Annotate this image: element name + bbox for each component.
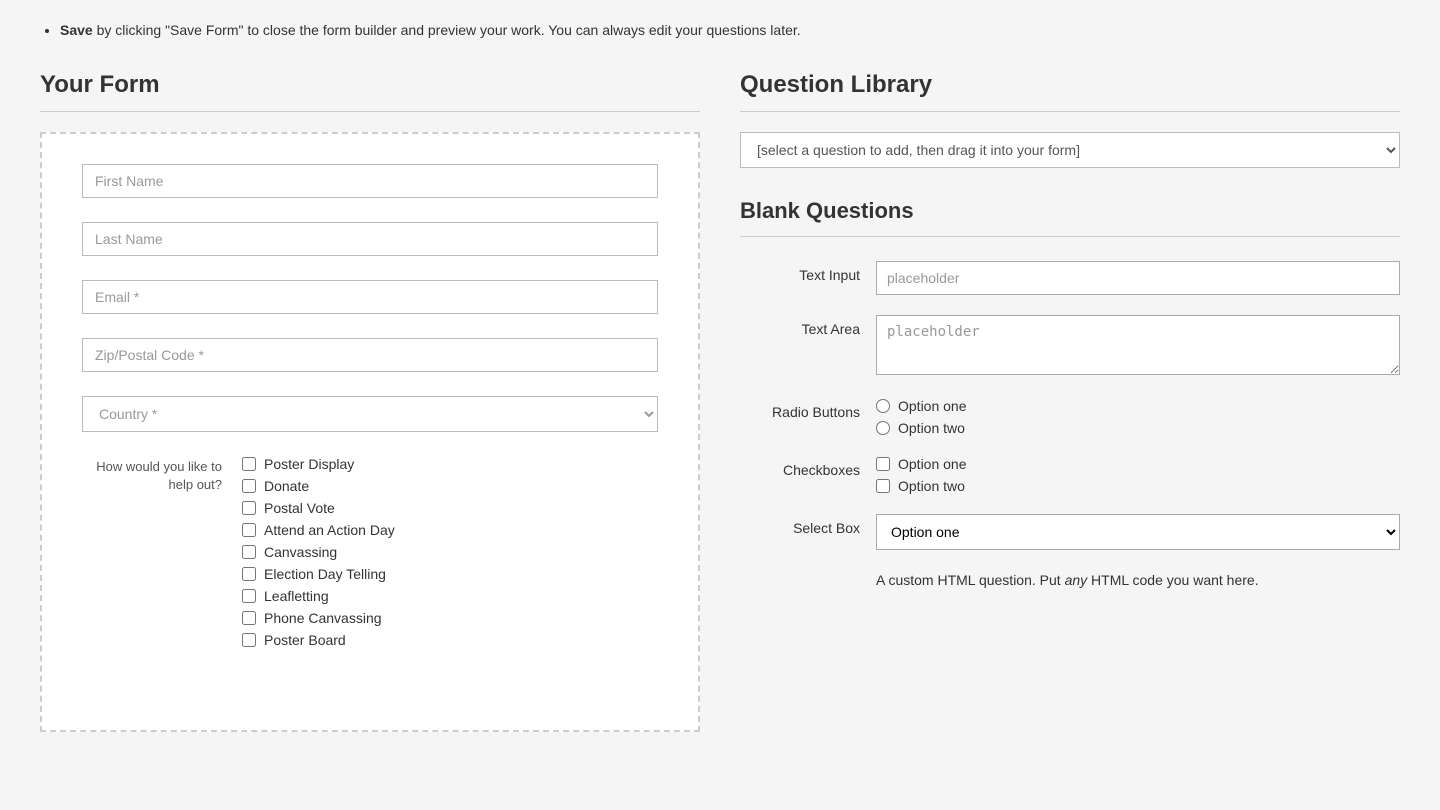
help-checkboxes-label: How would you like to help out? (82, 456, 222, 648)
question-library-divider (740, 111, 1400, 112)
checkbox-label-postal-vote: Postal Vote (264, 500, 335, 516)
checkbox-poster-display[interactable] (242, 457, 256, 471)
checkbox-leafletting[interactable] (242, 589, 256, 603)
your-form-title: Your Form (40, 71, 700, 99)
country-field: Country * (82, 396, 658, 432)
text-area-label: Text Area (740, 315, 860, 337)
radio-two-label: Option two (898, 420, 965, 436)
zip-input[interactable] (82, 338, 658, 372)
radio-option-two: Option two (876, 420, 1400, 436)
custom-html-italic: any (1065, 572, 1088, 588)
checkbox-label-poster-board: Poster Board (264, 632, 346, 648)
library-dropdown[interactable]: [select a question to add, then drag it … (740, 132, 1400, 168)
radio-buttons-label: Radio Buttons (740, 398, 860, 420)
save-rest: by clicking "Save Form" to close the for… (97, 22, 801, 38)
email-field (82, 280, 658, 314)
text-area-row: Text Area (740, 315, 1400, 378)
checkbox-item-donate: Donate (242, 478, 395, 494)
checkbox-lib-two-input[interactable] (876, 479, 890, 493)
radio-buttons-control: Option one Option two (876, 398, 1400, 436)
checkbox-label-election-day: Election Day Telling (264, 566, 386, 582)
help-checkboxes-options: Poster Display Donate Postal Vote (242, 456, 395, 648)
checkbox-item-poster-board: Poster Board (242, 632, 395, 648)
checkboxes-lib-control: Option one Option two (876, 456, 1400, 494)
checkbox-item-postal-vote: Postal Vote (242, 500, 395, 516)
checkbox-lib-option-one: Option one (876, 456, 1400, 472)
custom-html-label (740, 570, 860, 576)
text-input-row: Text Input (740, 261, 1400, 295)
checkbox-item-leafletting: Leafletting (242, 588, 395, 604)
intro-text: Save by clicking "Save Form" to close th… (40, 20, 1400, 41)
checkbox-lib-option-two: Option two (876, 478, 1400, 494)
custom-html-row: A custom HTML question. Put any HTML cod… (740, 570, 1400, 591)
text-area-control (876, 315, 1400, 378)
country-select[interactable]: Country * (82, 396, 658, 432)
page-container: Save by clicking "Save Form" to close th… (0, 0, 1440, 752)
your-form-divider (40, 111, 700, 112)
select-box-control-wrapper: Option one Option two (876, 514, 1400, 550)
checkbox-postal-vote[interactable] (242, 501, 256, 515)
custom-html-after: HTML code you want here. (1087, 572, 1258, 588)
radio-buttons-row: Radio Buttons Option one Option two (740, 398, 1400, 436)
radio-options: Option one Option two (876, 398, 1400, 436)
custom-html-text: A custom HTML question. Put any HTML cod… (876, 570, 1400, 591)
your-form-section: Your Form (40, 71, 700, 732)
radio-two-input[interactable] (876, 421, 890, 435)
checkbox-options-lib: Option one Option two (876, 456, 1400, 494)
select-box-row: Select Box Option one Option two (740, 514, 1400, 550)
main-layout: Your Form (40, 71, 1400, 732)
checkbox-item-phone-canvassing: Phone Canvassing (242, 610, 395, 626)
last-name-field (82, 222, 658, 256)
checkboxes-lib-label: Checkboxes (740, 456, 860, 478)
checkbox-phone-canvassing[interactable] (242, 611, 256, 625)
custom-html-before: A custom HTML question. Put (876, 572, 1065, 588)
checkbox-lib-two-label: Option two (898, 478, 965, 494)
checkbox-donate[interactable] (242, 479, 256, 493)
first-name-field (82, 164, 658, 198)
blank-questions-title: Blank Questions (740, 198, 1400, 224)
radio-option-one: Option one (876, 398, 1400, 414)
checkbox-item-canvassing: Canvassing (242, 544, 395, 560)
checkbox-item-poster-display: Poster Display (242, 456, 395, 472)
help-checkboxes-group: How would you like to help out? Poster D… (82, 456, 658, 648)
checkbox-label-donate: Donate (264, 478, 309, 494)
text-input-field[interactable] (876, 261, 1400, 295)
checkbox-label-leafletting: Leafletting (264, 588, 329, 604)
checkbox-election-day[interactable] (242, 567, 256, 581)
checkboxes-row: Checkboxes Option one Option two (740, 456, 1400, 494)
select-box-label: Select Box (740, 514, 860, 536)
checkbox-item-action-day: Attend an Action Day (242, 522, 395, 538)
text-input-control (876, 261, 1400, 295)
checkbox-label-action-day: Attend an Action Day (264, 522, 395, 538)
radio-one-input[interactable] (876, 399, 890, 413)
zip-field (82, 338, 658, 372)
checkbox-lib-one-input[interactable] (876, 457, 890, 471)
last-name-input[interactable] (82, 222, 658, 256)
blank-questions-divider (740, 236, 1400, 237)
checkbox-label-canvassing: Canvassing (264, 544, 337, 560)
text-input-label: Text Input (740, 261, 860, 283)
checkbox-label-poster-display: Poster Display (264, 456, 354, 472)
checkbox-lib-one-label: Option one (898, 456, 967, 472)
checkbox-action-day[interactable] (242, 523, 256, 537)
first-name-input[interactable] (82, 164, 658, 198)
checkbox-label-phone-canvassing: Phone Canvassing (264, 610, 382, 626)
radio-one-label: Option one (898, 398, 967, 414)
checkbox-canvassing[interactable] (242, 545, 256, 559)
checkbox-item-election-day: Election Day Telling (242, 566, 395, 582)
question-library-title: Question Library (740, 71, 1400, 99)
checkbox-poster-board[interactable] (242, 633, 256, 647)
question-library-section: Question Library [select a question to a… (740, 71, 1400, 611)
select-box-field[interactable]: Option one Option two (876, 514, 1400, 550)
email-input[interactable] (82, 280, 658, 314)
form-canvas: Country * How would you like to help out… (40, 132, 700, 732)
text-area-field[interactable] (876, 315, 1400, 375)
save-bold: Save (60, 22, 93, 38)
custom-html-control: A custom HTML question. Put any HTML cod… (876, 570, 1400, 591)
